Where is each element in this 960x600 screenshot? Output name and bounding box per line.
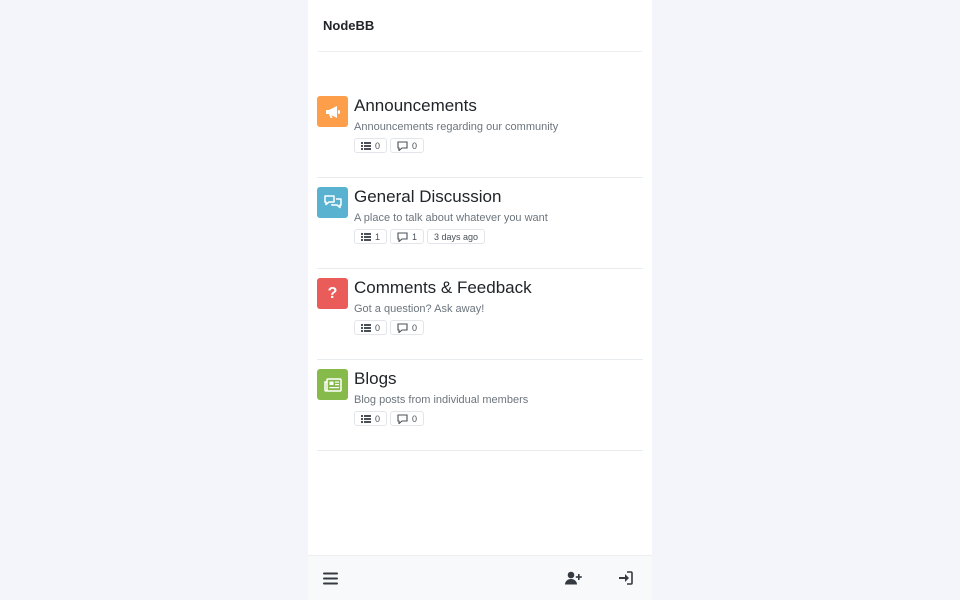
category-item-comments-feedback[interactable]: ? Comments & Feedback Got a question? As… xyxy=(317,269,643,360)
question-icon: ? xyxy=(317,278,348,309)
posts-count-badge: 0 xyxy=(390,411,425,426)
list-icon xyxy=(361,232,371,241)
register-icon[interactable] xyxy=(564,569,582,587)
header-divider xyxy=(318,51,642,52)
comments-icon xyxy=(317,187,348,218)
list-icon xyxy=(361,141,371,150)
menu-icon[interactable] xyxy=(321,569,339,587)
posts-count: 0 xyxy=(412,413,418,424)
last-post-badge[interactable]: 3 days ago xyxy=(427,229,486,244)
category-stats: 0 0 xyxy=(354,138,425,153)
category-stats: 0 0 xyxy=(354,320,425,335)
topics-count: 0 xyxy=(375,413,381,424)
category-stats: 0 0 xyxy=(354,411,425,426)
list-icon xyxy=(361,323,371,332)
category-title[interactable]: Comments & Feedback xyxy=(354,278,532,298)
topics-count: 0 xyxy=(375,140,381,151)
brand-link[interactable]: NodeBB xyxy=(323,18,374,33)
category-description: A place to talk about whatever you want xyxy=(354,212,548,224)
posts-count: 1 xyxy=(412,231,418,242)
category-title[interactable]: Announcements xyxy=(354,96,477,116)
category-stats: 1 1 3 days ago xyxy=(354,229,486,244)
category-item-blogs[interactable]: Blogs Blog posts from individual members… xyxy=(317,360,643,451)
posts-count-badge: 0 xyxy=(390,320,425,335)
posts-count: 0 xyxy=(412,140,418,151)
comment-icon xyxy=(397,413,408,424)
category-description: Got a question? Ask away! xyxy=(354,303,485,315)
bottom-nav-bar xyxy=(308,555,652,600)
comment-icon xyxy=(397,322,408,333)
category-description: Blog posts from individual members xyxy=(354,394,529,406)
category-list: Announcements Announcements regarding ou… xyxy=(317,87,643,451)
category-item-announcements[interactable]: Announcements Announcements regarding ou… xyxy=(317,87,643,178)
category-title[interactable]: General Discussion xyxy=(354,187,501,207)
category-title[interactable]: Blogs xyxy=(354,369,397,389)
posts-count-badge: 1 xyxy=(390,229,425,244)
comment-icon xyxy=(397,140,408,151)
bullhorn-icon xyxy=(317,96,348,127)
category-description: Announcements regarding our community xyxy=(354,121,559,133)
app-container: NodeBB Announcements Announcements regar… xyxy=(308,0,652,600)
posts-count: 0 xyxy=(412,322,418,333)
newspaper-icon xyxy=(317,369,348,400)
topics-count: 1 xyxy=(375,231,381,242)
posts-count-badge: 0 xyxy=(390,138,425,153)
list-icon xyxy=(361,414,371,423)
login-icon[interactable] xyxy=(616,569,634,587)
category-item-general-discussion[interactable]: General Discussion A place to talk about… xyxy=(317,178,643,269)
topics-count-badge: 0 xyxy=(354,320,388,335)
comment-icon xyxy=(397,231,408,242)
topics-count: 0 xyxy=(375,322,381,333)
topics-count-badge: 0 xyxy=(354,411,388,426)
topics-count-badge: 0 xyxy=(354,138,388,153)
topics-count-badge: 1 xyxy=(354,229,388,244)
